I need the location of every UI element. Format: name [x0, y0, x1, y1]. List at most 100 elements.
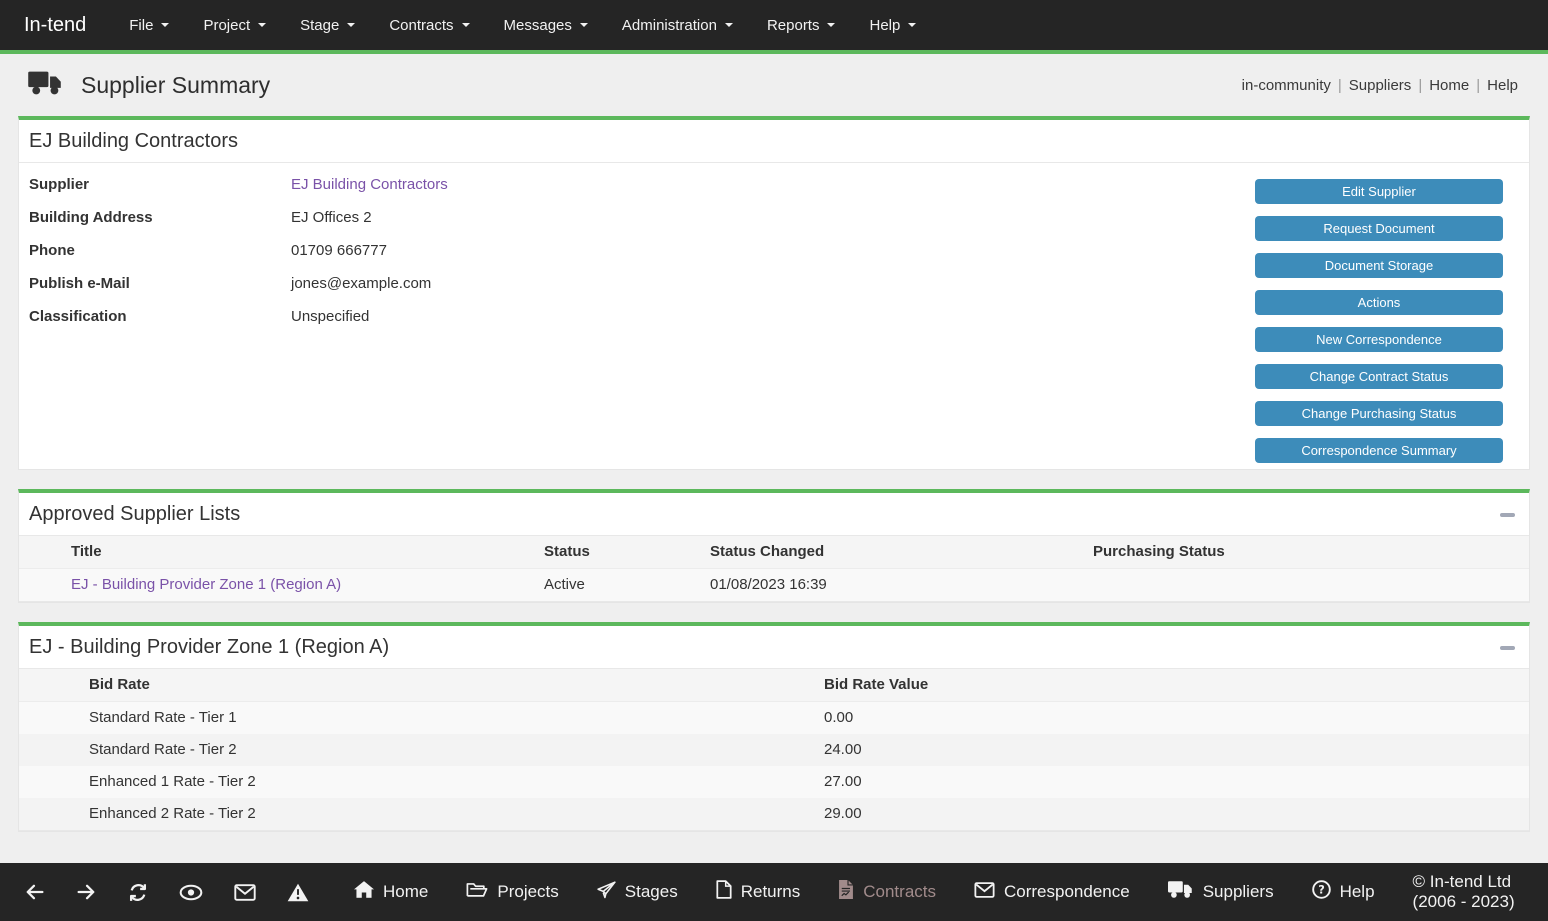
caret-down-icon: [462, 23, 470, 27]
breadcrumb-in-community[interactable]: in-community: [1242, 77, 1331, 94]
supplier-summary-panel: EJ Building Contractors Supplier EJ Buil…: [18, 116, 1530, 470]
field-publish-email: Publish e-Mail jones@example.com: [29, 274, 1255, 294]
change-purchasing-status-button[interactable]: Change Purchasing Status: [1255, 401, 1503, 426]
bid-rate-value: 24.00: [816, 734, 1529, 766]
footer-item-contracts-active[interactable]: Contracts: [838, 880, 936, 904]
breadcrumb-suppliers[interactable]: Suppliers: [1349, 77, 1412, 94]
change-contract-status-button[interactable]: Change Contract Status: [1255, 364, 1503, 389]
bid-rate-value: 29.00: [816, 798, 1529, 831]
menu-contracts[interactable]: Contracts: [372, 0, 486, 52]
caret-down-icon: [827, 23, 835, 27]
purchasing-status-value: [1085, 569, 1529, 602]
footer-item-correspondence[interactable]: Correspondence: [974, 882, 1130, 903]
supplier-actions: Edit Supplier Request Document Document …: [1255, 175, 1503, 469]
breadcrumb: in-community|Suppliers|Home|Help: [1242, 77, 1518, 94]
top-navbar: In-tend File Project Stage Contracts Mes…: [0, 0, 1548, 54]
footer-item-stages[interactable]: Stages: [597, 881, 678, 904]
edit-supplier-button[interactable]: Edit Supplier: [1255, 179, 1503, 204]
home-icon: [354, 881, 374, 903]
table-row: Enhanced 2 Rate - Tier 2 29.00: [19, 798, 1529, 831]
paper-plane-icon: [597, 881, 616, 904]
document-storage-button[interactable]: Document Storage: [1255, 253, 1503, 278]
caret-down-icon: [347, 23, 355, 27]
table-row: Enhanced 1 Rate - Tier 2 27.00: [19, 766, 1529, 798]
actions-button[interactable]: Actions: [1255, 290, 1503, 315]
bid-rates-panel: EJ - Building Provider Zone 1 (Region A)…: [18, 622, 1530, 832]
supplier-panel-title: EJ Building Contractors: [29, 130, 238, 153]
envelope-icon: [974, 882, 995, 903]
new-correspondence-button[interactable]: New Correspondence: [1255, 327, 1503, 352]
field-building-address: Building Address EJ Offices 2: [29, 208, 1255, 228]
approved-lists-title: Approved Supplier Lists: [29, 503, 240, 526]
col-title: Title: [63, 536, 536, 569]
menu-messages[interactable]: Messages: [487, 0, 605, 52]
bid-rate-name: Standard Rate - Tier 2: [81, 734, 816, 766]
file-icon: [716, 880, 732, 904]
caret-down-icon: [258, 23, 266, 27]
file-invoice-icon: [838, 880, 854, 904]
bid-rate-name: Enhanced 2 Rate - Tier 2: [81, 798, 816, 831]
menu-project[interactable]: Project: [186, 0, 283, 52]
caret-down-icon: [908, 23, 916, 27]
menu-help[interactable]: Help: [852, 0, 933, 52]
supplier-fields: Supplier EJ Building Contractors Buildin…: [29, 175, 1255, 469]
col-status-changed: Status Changed: [702, 536, 1085, 569]
table-row: Standard Rate - Tier 2 24.00: [19, 734, 1529, 766]
back-icon[interactable]: [24, 883, 45, 901]
bid-rate-name: Standard Rate - Tier 1: [81, 702, 816, 735]
table-row: Standard Rate - Tier 1 0.00: [19, 702, 1529, 735]
correspondence-summary-button[interactable]: Correspondence Summary: [1255, 438, 1503, 463]
collapse-icon[interactable]: [1500, 513, 1515, 517]
footer-toolbar: Home Projects Stages Returns Contracts C…: [0, 863, 1548, 921]
request-document-button[interactable]: Request Document: [1255, 216, 1503, 241]
table-row: EJ - Building Provider Zone 1 (Region A)…: [19, 569, 1529, 602]
bid-rate-value: 0.00: [816, 702, 1529, 735]
field-supplier: Supplier EJ Building Contractors: [29, 175, 1255, 195]
mail-icon[interactable]: [234, 884, 256, 901]
table-header-row: Bid Rate Bid Rate Value: [19, 669, 1529, 702]
footer-item-suppliers[interactable]: Suppliers: [1168, 880, 1274, 904]
truck-icon: [1168, 880, 1194, 904]
collapse-icon[interactable]: [1500, 646, 1515, 650]
truck-icon: [28, 70, 64, 101]
bid-rate-name: Enhanced 1 Rate - Tier 2: [81, 766, 816, 798]
col-bid-rate: Bid Rate: [81, 669, 816, 702]
field-classification: Classification Unspecified: [29, 307, 1255, 327]
folder-open-icon: [466, 882, 488, 903]
approved-supplier-lists-table: Title Status Status Changed Purchasing S…: [19, 536, 1529, 602]
app-brand[interactable]: In-tend: [24, 14, 86, 37]
bid-rates-title: EJ - Building Provider Zone 1 (Region A): [29, 636, 389, 659]
page-header: Supplier Summary in-community|Suppliers|…: [0, 54, 1548, 116]
menu-reports[interactable]: Reports: [750, 0, 853, 52]
status-value: Active: [536, 569, 702, 602]
bid-rates-table: Bid Rate Bid Rate Value Standard Rate - …: [19, 669, 1529, 831]
footer-item-help[interactable]: Help: [1312, 880, 1375, 904]
approved-supplier-lists-panel: Approved Supplier Lists Title Status Sta…: [18, 489, 1530, 603]
menu-administration[interactable]: Administration: [605, 0, 750, 52]
col-purchasing-status: Purchasing Status: [1085, 536, 1529, 569]
caret-down-icon: [725, 23, 733, 27]
approved-list-link[interactable]: EJ - Building Provider Zone 1 (Region A): [71, 576, 341, 593]
supplier-link[interactable]: EJ Building Contractors: [291, 176, 448, 193]
menu-stage[interactable]: Stage: [283, 0, 372, 52]
forward-icon[interactable]: [76, 883, 97, 901]
footer-item-returns[interactable]: Returns: [716, 880, 801, 904]
breadcrumb-help[interactable]: Help: [1487, 77, 1518, 94]
copyright-text: © In-tend Ltd (2006 - 2023): [1413, 872, 1537, 912]
table-header-row: Title Status Status Changed Purchasing S…: [19, 536, 1529, 569]
col-status: Status: [536, 536, 702, 569]
question-circle-icon: [1312, 880, 1331, 904]
alerts-warning-icon[interactable]: [287, 883, 309, 902]
preview-eye-icon[interactable]: [179, 884, 203, 901]
page-title: Supplier Summary: [81, 72, 270, 99]
caret-down-icon: [580, 23, 588, 27]
menu-file[interactable]: File: [112, 0, 186, 52]
footer-item-home[interactable]: Home: [354, 881, 428, 903]
status-changed-value: 01/08/2023 16:39: [702, 569, 1085, 602]
caret-down-icon: [161, 23, 169, 27]
breadcrumb-home[interactable]: Home: [1429, 77, 1469, 94]
refresh-icon[interactable]: [128, 883, 148, 902]
bid-rate-value: 27.00: [816, 766, 1529, 798]
col-bid-rate-value: Bid Rate Value: [816, 669, 1529, 702]
footer-item-projects[interactable]: Projects: [466, 882, 558, 903]
